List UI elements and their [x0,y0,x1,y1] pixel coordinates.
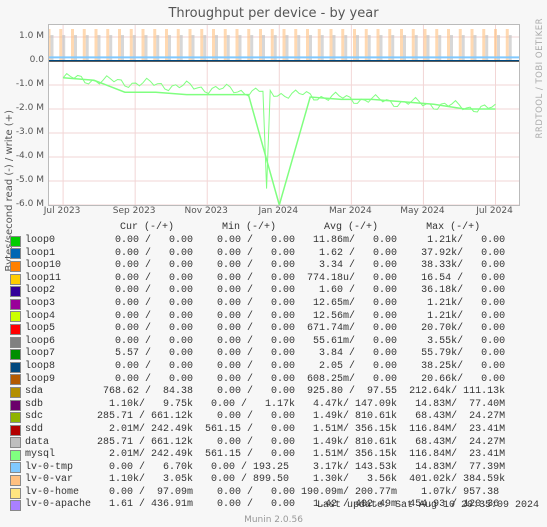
legend-text: loop5 0.00 / 0.00 0.00 / 0.00 671.74m/ 0… [25,323,505,336]
legend-row: loop10 0.00 / 0.00 0.00 / 0.00 3.34 / 0.… [6,260,540,273]
legend-swatch [10,400,21,411]
legend-swatch [10,299,21,310]
legend-text: loop2 0.00 / 0.00 0.00 / 0.00 1.60 / 0.0… [25,285,505,298]
y-tick: -5.0 M [0,175,44,185]
legend-text: loop3 0.00 / 0.00 0.00 / 0.00 12.65m/ 0.… [25,298,505,311]
y-tick: -4.0 M [0,151,44,161]
legend-swatch [10,462,21,473]
x-tick: May 2024 [400,206,444,216]
legend-text: data 285.71 / 661.12k 0.00 / 0.00 1.49k/… [25,437,505,450]
legend-row: loop1 0.00 / 0.00 0.00 / 0.00 1.62 / 0.0… [6,248,540,261]
y-tick: -2.0 M [0,103,44,113]
y-axis-ticks: 1.0 M0.0-1.0 M-2.0 M-3.0 M-4.0 M-5.0 M-6… [0,24,46,204]
legend-swatch [10,387,21,398]
plot-svg [49,25,519,205]
legend-text: loop10 0.00 / 0.00 0.00 / 0.00 3.34 / 0.… [25,260,505,273]
legend-swatch [10,274,21,285]
legend-row: loop6 0.00 / 0.00 0.00 / 0.00 55.61m/ 0.… [6,336,540,349]
legend-row: lv-0-tmp 0.00 / 6.70k 0.00 / 193.25 3.17… [6,462,540,475]
legend-swatch [10,248,21,259]
legend-text: loop4 0.00 / 0.00 0.00 / 0.00 12.56m/ 0.… [25,311,505,324]
legend-row: loop5 0.00 / 0.00 0.00 / 0.00 671.74m/ 0… [6,323,540,336]
x-tick: Mar 2024 [329,206,372,216]
legend-row: loop4 0.00 / 0.00 0.00 / 0.00 12.56m/ 0.… [6,311,540,324]
legend-text: loop11 0.00 / 0.00 0.00 / 0.00 774.18u/ … [25,273,505,286]
legend-row: loop8 0.00 / 0.00 0.00 / 0.00 2.05 / 0.0… [6,361,540,374]
legend-swatch [10,412,21,423]
legend-swatch [10,425,21,436]
legend-text: sda 768.62 / 84.38 0.00 / 0.00 925.80 / … [25,386,505,399]
legend-text: loop7 5.57 / 0.00 0.00 / 0.00 3.84 / 0.0… [25,348,505,361]
legend-row: loop7 5.57 / 0.00 0.00 / 0.00 3.84 / 0.0… [6,348,540,361]
legend-header: Cur (-/+) Min (-/+) Avg (-/+) Max (-/+) [30,222,540,233]
munin-graph-card: RRDTOOL / TOBI OETIKER Throughput per de… [0,0,547,527]
legend-swatch [10,475,21,486]
legend-row: loop3 0.00 / 0.00 0.00 / 0.00 12.65m/ 0.… [6,298,540,311]
legend-swatch [10,236,21,247]
legend-table: loop0 0.00 / 0.00 0.00 / 0.00 11.86m/ 0.… [6,235,540,512]
legend-text: lv-0-home 0.00 / 97.09m 0.00 / 0.00 190.… [25,487,505,500]
rrdtool-brand: RRDTOOL / TOBI OETIKER [535,18,545,138]
legend-row: loop2 0.00 / 0.00 0.00 / 0.00 1.60 / 0.0… [6,285,540,298]
legend-row: sdb 1.10k/ 9.75k 0.00 / 1.17k 4.47k/ 147… [6,399,540,412]
x-tick: Sep 2023 [113,206,156,216]
x-axis-ticks: Jul 2023Sep 2023Nov 2023Jan 2024Mar 2024… [48,206,518,220]
legend-row: lv-0-home 0.00 / 97.09m 0.00 / 0.00 190.… [6,487,540,500]
legend-row: data 285.71 / 661.12k 0.00 / 0.00 1.49k/… [6,437,540,450]
legend-text: sdc 285.71 / 661.12k 0.00 / 0.00 1.49k/ … [25,411,505,424]
legend-swatch [10,437,21,448]
legend-text: sdb 1.10k/ 9.75k 0.00 / 1.17k 4.47k/ 147… [25,399,505,412]
legend-swatch [10,374,21,385]
legend-row: sdc 285.71 / 661.12k 0.00 / 0.00 1.49k/ … [6,411,540,424]
legend-swatch [10,349,21,360]
legend-text: loop8 0.00 / 0.00 0.00 / 0.00 2.05 / 0.0… [25,361,505,374]
y-tick: -6.0 M [0,199,44,209]
legend-row: loop0 0.00 / 0.00 0.00 / 0.00 11.86m/ 0.… [6,235,540,248]
legend-swatch [10,500,21,511]
x-tick: Jan 2024 [258,206,298,216]
x-tick: Nov 2023 [185,206,228,216]
legend-text: loop0 0.00 / 0.00 0.00 / 0.00 11.86m/ 0.… [25,235,505,248]
legend-swatch [10,337,21,348]
y-tick: 0.0 [0,55,44,65]
legend-swatch [10,261,21,272]
plot-area [48,24,520,206]
x-tick: Jul 2023 [44,206,81,216]
y-tick: -3.0 M [0,127,44,137]
legend-text: loop9 0.00 / 0.00 0.00 / 0.00 608.25m/ 0… [25,374,505,387]
legend-text: mysql 2.01M/ 242.49k 561.15 / 0.00 1.51M… [25,449,505,462]
legend-row: mysql 2.01M/ 242.49k 561.15 / 0.00 1.51M… [6,449,540,462]
legend-row: lv-0-var 1.10k/ 3.05k 0.00 / 899.50 1.30… [6,474,540,487]
last-update: Last update: Sat Aug 10 20:35:09 2024 [317,500,539,511]
y-tick: 1.0 M [0,31,44,41]
legend-swatch [10,488,21,499]
legend-swatch [10,311,21,322]
legend-row: sdd 2.01M/ 242.49k 561.15 / 0.00 1.51M/ … [6,424,540,437]
y-tick: -1.0 M [0,79,44,89]
legend-text: lv-0-tmp 0.00 / 6.70k 0.00 / 193.25 3.17… [25,462,505,475]
legend-row: loop9 0.00 / 0.00 0.00 / 0.00 608.25m/ 0… [6,374,540,387]
legend-swatch [10,450,21,461]
legend-row: sda 768.62 / 84.38 0.00 / 0.00 925.80 / … [6,386,540,399]
x-tick: Jul 2024 [476,206,513,216]
legend-text: loop6 0.00 / 0.00 0.00 / 0.00 55.61m/ 0.… [25,336,505,349]
legend-swatch [10,286,21,297]
chart-title: Throughput per device - by year [0,6,547,21]
munin-version: Munin 2.0.56 [0,515,547,525]
legend-text: sdd 2.01M/ 242.49k 561.15 / 0.00 1.51M/ … [25,424,505,437]
legend-row: loop11 0.00 / 0.00 0.00 / 0.00 774.18u/ … [6,273,540,286]
legend-swatch [10,324,21,335]
legend-text: lv-0-var 1.10k/ 3.05k 0.00 / 899.50 1.30… [25,474,505,487]
legend-text: loop1 0.00 / 0.00 0.00 / 0.00 1.62 / 0.0… [25,248,505,261]
legend-swatch [10,362,21,373]
